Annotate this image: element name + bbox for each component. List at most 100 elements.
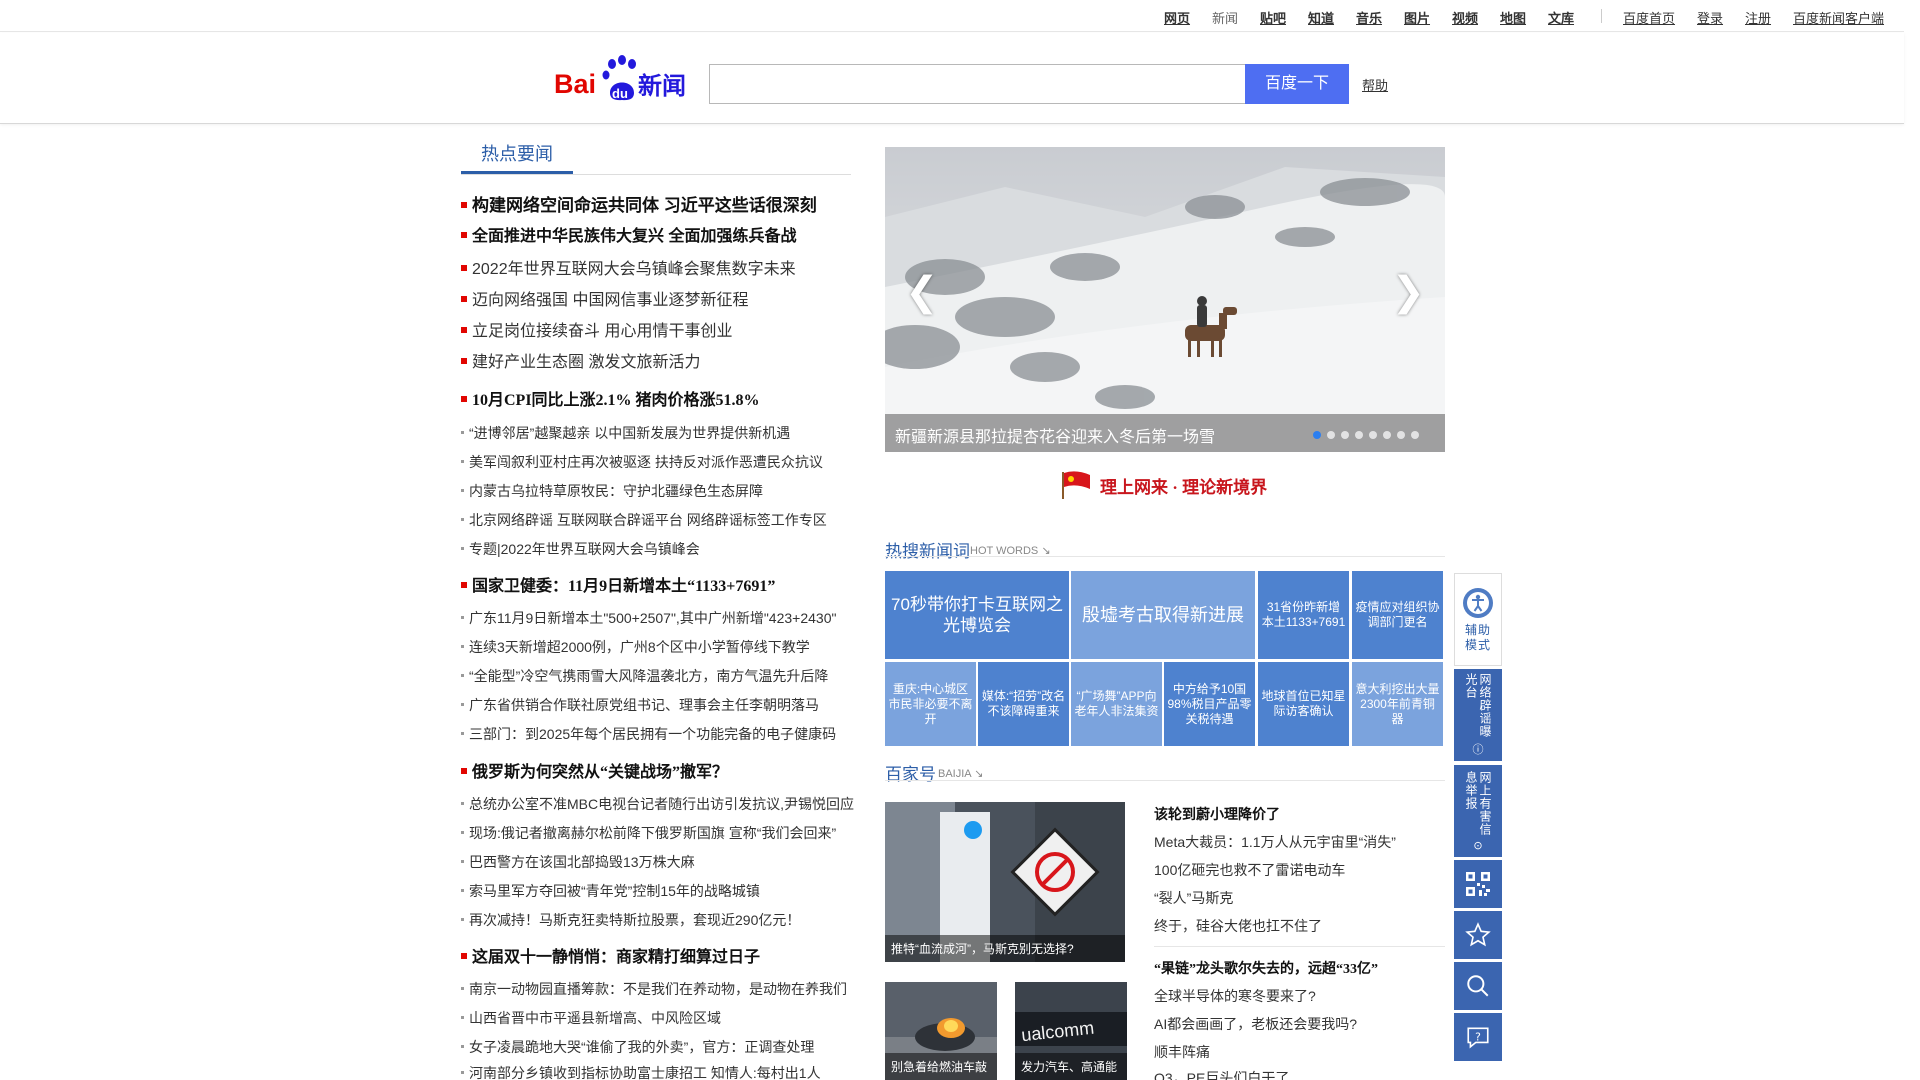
qr-code-button[interactable] — [1454, 860, 1502, 908]
nav-link-zhidao[interactable]: 知道 — [1308, 8, 1334, 27]
baijia-title: 百家号 — [885, 765, 936, 784]
news-list-item[interactable]: 广东省供销合作联社原党组书记、理事会主任李朝明落马 — [461, 695, 819, 715]
baijia-small-card[interactable]: 别急着给燃油车敲 — [885, 982, 997, 1080]
baijia-list-item[interactable]: 100亿砸完也救不了雷诺电动车 — [1154, 860, 1345, 880]
news-list-item[interactable]: 总统办公室不准MBC电视台记者随行出访引发抗议,尹锡悦回应 — [461, 794, 854, 814]
news-list-item[interactable]: 连续3天新增超2000例，广州8个区中小学暂停线下教学 — [461, 637, 810, 657]
nav-link-web[interactable]: 网页 — [1164, 8, 1190, 27]
news-group-headline[interactable]: 俄罗斯为何突然从“关键战场”撤军？ — [461, 758, 728, 782]
news-group-headline[interactable]: 国家卫健委：11月9日新增本土“1133+7691” — [461, 572, 775, 596]
baijia-subtitle[interactable]: BAIJIA ↘ — [938, 767, 983, 780]
news-list-item[interactable]: 美军闯叙利亚村庄再次被驱逐 扶持反对派作恶遭民众抗议 — [461, 452, 823, 472]
news-list-item[interactable]: “全能型”冷空气携雨雪大风降温袭北方，南方气温先升后降 — [461, 666, 828, 686]
baijia-main-caption[interactable]: 推特“血流成河”，马斯克别无选择? — [885, 935, 1125, 962]
news-list-item[interactable]: 河南部分乡镇收到指标协助富士康招工 知情人:每村出1人 — [461, 1063, 821, 1080]
help-tool-button[interactable]: ? — [1454, 1013, 1502, 1061]
svg-text:Bai: Bai — [554, 69, 596, 99]
headline-item[interactable]: 立足岗位接续奋斗 用心用情干事创业 — [461, 317, 732, 341]
headline-item[interactable]: 2022年世界互联网大会乌镇峰会聚焦数字未来 — [461, 255, 796, 279]
carousel-dot[interactable] — [1313, 431, 1321, 439]
nav-link-music[interactable]: 音乐 — [1356, 8, 1382, 27]
hot-word-tile[interactable]: 殷墟考古取得新进展 — [1071, 571, 1255, 659]
dot-bullet-icon — [461, 1015, 464, 1019]
news-list-item[interactable]: 女子凌晨跪地大哭“谁偷了我的外卖”，官方：正调查处理 — [461, 1037, 814, 1057]
headline-item[interactable]: 构建网络空间命运共同体 习近平这些话很深刻 — [461, 191, 817, 216]
baijia-headline[interactable]: 该轮到蔚小理降价了 — [1154, 804, 1280, 824]
hot-word-tile[interactable]: 地球首位已知星际访客确认 — [1258, 662, 1349, 746]
hot-word-tile[interactable]: 中方给予10国98%税目产品零关税待遇 — [1164, 662, 1255, 746]
nav-link-login[interactable]: 登录 — [1697, 8, 1723, 27]
carousel-next-button[interactable]: ❯ — [1391, 272, 1425, 312]
dot-bullet-icon — [461, 615, 464, 619]
carousel-dot[interactable] — [1355, 431, 1363, 439]
favorite-button[interactable] — [1454, 911, 1502, 959]
hot-word-tile[interactable]: 媒体:“招劳”改名不该障碍重来 — [978, 662, 1069, 746]
baijia-headline[interactable]: “果链”龙头歌尔失去的，远超“33亿” — [1154, 958, 1378, 978]
news-list-item[interactable]: 现场:俄记者撤离赫尔松前降下俄罗斯国旗 宣称“我们会回来” — [461, 823, 836, 843]
baijia-small-caption[interactable]: 发力汽车、高通能 — [1015, 1053, 1127, 1080]
baijia-list-item[interactable]: Q3，PE巨头们白干了 — [1154, 1068, 1289, 1080]
baijia-small-caption[interactable]: 别急着给燃油车敲 — [885, 1053, 997, 1080]
baijia-list-item[interactable]: “裂人”马斯克 — [1154, 888, 1233, 908]
headline-item[interactable]: 全面推进中华民族伟大复兴 全面加强练兵备战 — [461, 222, 796, 246]
hot-word-tile[interactable]: 31省份昨新增本土1133+7691 — [1258, 571, 1349, 659]
news-list-item[interactable]: 三部门：到2025年每个居民拥有一个功能完备的电子健康码 — [461, 724, 836, 744]
carousel-dot[interactable] — [1369, 431, 1377, 439]
help-link[interactable]: 帮助 — [1362, 75, 1388, 94]
baijia-small-card[interactable]: ualcomm 发力汽车、高通能 — [1015, 982, 1127, 1080]
news-list-item[interactable]: 广东11月9日新增本土"500+2507",其中广州新增"423+2430" — [461, 608, 836, 628]
nav-link-news[interactable]: 新闻 — [1212, 8, 1238, 27]
rumor-exposure-button[interactable]: 网络辟谣曝光台 ⓘ — [1454, 669, 1502, 761]
headline-item[interactable]: 迈向网络强国 中国网信事业逐梦新征程 — [461, 286, 748, 310]
carousel-dot[interactable] — [1397, 431, 1405, 439]
news-list-item[interactable]: 内蒙古乌拉特草原牧民：守护北疆绿色生态屏障 — [461, 481, 763, 501]
nav-link-register[interactable]: 注册 — [1745, 8, 1771, 27]
news-list-item[interactable]: 专题|2022年世界互联网大会乌镇峰会 — [461, 539, 700, 559]
headline-item[interactable]: 建好产业生态圈 激发文旅新活力 — [461, 348, 700, 372]
baidu-news-logo[interactable]: Bai du 新闻 — [554, 53, 694, 103]
hot-word-tile[interactable]: 疫情应对组织协调部门更名 — [1352, 571, 1443, 659]
hot-word-tile[interactable]: “广场舞”APP向老年人非法集资 — [1071, 662, 1162, 746]
nav-link-news-app[interactable]: 百度新闻客户端 — [1793, 8, 1884, 27]
news-group-headline[interactable]: 10月CPI同比上涨2.1% 猪肉价格涨51.8% — [461, 386, 760, 410]
baijia-list-item[interactable]: Meta大裁员：1.1万人从元宇宙里“消失” — [1154, 832, 1396, 852]
search-input[interactable] — [709, 64, 1246, 104]
baijia-list-item[interactable]: 终于，硅谷大佬也扛不住了 — [1154, 916, 1322, 936]
hot-word-tile[interactable]: 意大利挖出大量2300年前青铜器 — [1352, 662, 1443, 746]
hot-word-tile[interactable]: 70秒带你打卡互联网之光博览会 — [885, 571, 1069, 659]
carousel-dot[interactable] — [1383, 431, 1391, 439]
carousel-dot[interactable] — [1411, 431, 1419, 439]
carousel-caption[interactable]: 新疆新源县那拉提杏花谷迎来入冬后第一场雪 — [895, 423, 1215, 447]
nav-link-baidu-home[interactable]: 百度首页 — [1623, 8, 1675, 27]
hot-word-tile[interactable]: 重庆:中心城区市民非必要不离开 — [885, 662, 976, 746]
news-list-item[interactable]: 山西省晋中市平遥县新增高、中风险区域 — [461, 1008, 721, 1028]
news-list-item[interactable]: 南京一动物园直播筹款：不是我们在养动物，是动物在养我们 — [461, 979, 847, 999]
news-group-headline[interactable]: 这届双十一静悄悄：商家精打细算过日子 — [461, 943, 760, 967]
nav-link-video[interactable]: 视频 — [1452, 8, 1478, 27]
nav-link-map[interactable]: 地图 — [1500, 8, 1526, 27]
nav-link-images[interactable]: 图片 — [1404, 8, 1430, 27]
news-list-item[interactable]: 索马里军方夺回被“青年党”控制15年的战略城镇 — [461, 881, 760, 901]
carousel-dot[interactable] — [1341, 431, 1349, 439]
carousel-prev-button[interactable]: ❮ — [905, 272, 939, 312]
carousel-dot[interactable] — [1327, 431, 1335, 439]
baijia-list-item[interactable]: 全球半导体的寒冬要来了? — [1154, 986, 1316, 1006]
baijia-main-card[interactable]: 推特“血流成河”，马斯克别无选择? — [885, 802, 1125, 962]
news-list-item[interactable]: 再次减持！马斯克狂卖特斯拉股票，套现近290亿元！ — [461, 910, 800, 930]
accessibility-mode-button[interactable]: 辅助模式 — [1454, 573, 1502, 666]
nav-link-wenku[interactable]: 文库 — [1548, 8, 1574, 27]
photo-carousel[interactable]: ❮ ❯ 新疆新源县那拉提杏花谷迎来入冬后第一场雪 — [885, 147, 1445, 452]
report-harmful-info-button[interactable]: 网上有害信息举报 ⊙ — [1454, 765, 1502, 857]
news-list-item[interactable]: 北京网络辟谣 互联网联合辟谣平台 网络辟谣标签工作专区 — [461, 510, 827, 530]
baijia-list-item[interactable]: AI都会画画了，老板还会要我吗? — [1154, 1014, 1357, 1034]
search-button[interactable]: 百度一下 — [1245, 64, 1349, 104]
nav-link-tieba[interactable]: 贴吧 — [1260, 8, 1286, 27]
search-tool-button[interactable] — [1454, 962, 1502, 1010]
baijia-list-item[interactable]: 顺丰阵痛 — [1154, 1042, 1210, 1062]
theory-banner[interactable]: 理上网来 · 理论新境界 — [1060, 468, 1267, 502]
news-list-item[interactable]: “进博邻居”越聚越亲 以中国新发展为世界提供新机遇 — [461, 423, 790, 443]
tab-hot-news[interactable]: 热点要闻 — [461, 140, 573, 174]
dot-bullet-icon — [461, 517, 464, 521]
hot-words-title: 热搜新闻词 — [885, 542, 970, 561]
news-list-item[interactable]: 巴西警方在该国北部捣毁13万株大麻 — [461, 852, 695, 872]
